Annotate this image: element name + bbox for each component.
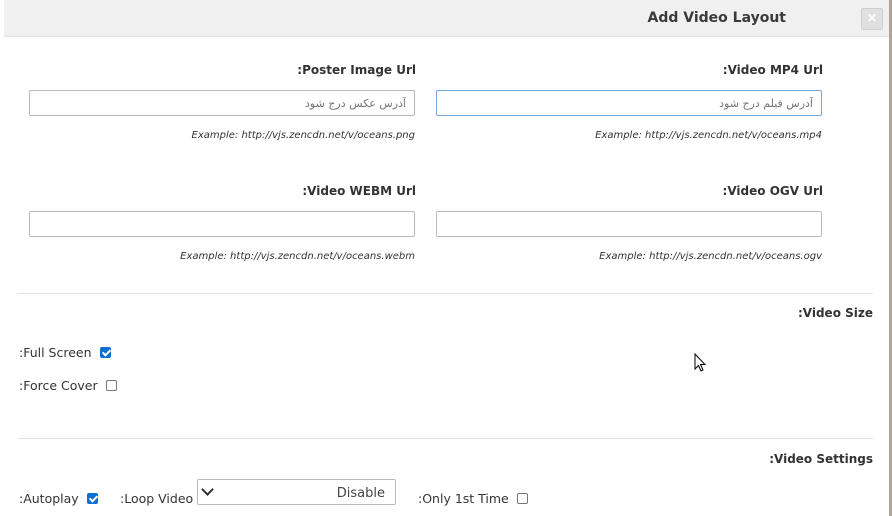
video-settings-title: Video Settings:	[769, 452, 873, 466]
force-cover-row: :Force Cover	[19, 378, 117, 393]
force-cover-label: :Force Cover	[19, 378, 98, 393]
poster-image-url-example: Example: http://vjs.zencdn.net/v/oceans.…	[191, 130, 415, 141]
only-first-time-label: :Only 1st Time	[418, 491, 509, 506]
divider	[18, 438, 873, 439]
chevron-down-icon	[201, 483, 214, 496]
mouse-pointer-icon	[694, 353, 707, 372]
divider	[18, 293, 873, 294]
full-screen-checkbox[interactable]	[99, 347, 111, 358]
poster-image-url-label: Poster Image Url:	[297, 63, 416, 77]
loop-video-select[interactable]: Disable	[197, 479, 396, 505]
only-first-time-checkbox[interactable]	[516, 493, 528, 504]
video-mp4-url-example: Example: http://vjs.zencdn.net/v/oceans.…	[595, 130, 822, 141]
video-ogv-url-label: Video OGV Url:	[722, 184, 823, 198]
only-first-time-row: :Only 1st Time	[418, 491, 528, 506]
dialog-titlebar: Add Video Layout ×	[4, 0, 889, 37]
dialog-title: Add Video Layout	[647, 10, 787, 26]
loop-video-value: Disable	[336, 486, 385, 501]
autoplay-label: :Autoplay	[19, 491, 79, 506]
full-screen-row: :Full Screen	[19, 345, 111, 360]
force-cover-checkbox[interactable]	[105, 380, 117, 391]
add-video-layout-dialog: Add Video Layout × Poster Image Url: Exa…	[4, 0, 889, 516]
video-size-title: Video Size:	[797, 306, 873, 320]
video-webm-url-input[interactable]	[29, 211, 415, 237]
autoplay-checkbox[interactable]	[86, 493, 98, 504]
poster-image-url-input[interactable]	[29, 90, 415, 116]
full-screen-label: :Full Screen	[19, 345, 92, 360]
video-mp4-url-label: Video MP4 Url:	[722, 63, 823, 77]
video-mp4-url-input[interactable]	[436, 90, 822, 116]
video-webm-url-label: Video WEBM Url:	[302, 184, 416, 198]
video-webm-url-example: Example: http://vjs.zencdn.net/v/oceans.…	[180, 251, 415, 262]
close-icon: ×	[866, 10, 878, 26]
autoplay-row: :Autoplay	[19, 491, 98, 506]
loop-video-label: :Loop Video	[120, 491, 194, 506]
video-ogv-url-example: Example: http://vjs.zencdn.net/v/oceans.…	[599, 251, 822, 262]
close-button[interactable]: ×	[861, 8, 883, 30]
video-ogv-url-input[interactable]	[436, 211, 822, 237]
